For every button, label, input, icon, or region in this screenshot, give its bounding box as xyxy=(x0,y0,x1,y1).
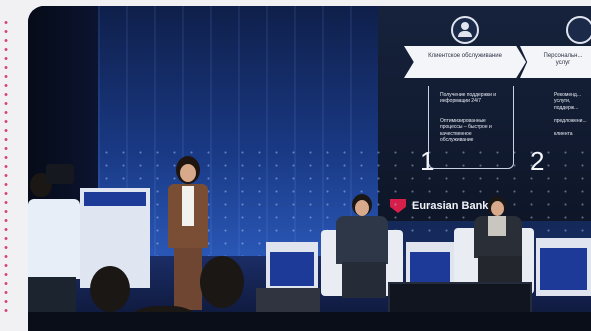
card-customer-service-title: Клиентское обслуживание xyxy=(428,53,502,59)
decorative-dot-border xyxy=(3,18,9,318)
card2-bullet-3: предложени... xyxy=(554,118,587,124)
customer-service-icon xyxy=(451,16,479,44)
camera-operator xyxy=(28,171,84,331)
audience-row xyxy=(28,312,591,331)
personal-services-icon xyxy=(566,16,591,44)
card2-bullet-4: клиента xyxy=(554,131,573,137)
conference-photo: Клиентское обслуживание Персональн... ус… xyxy=(28,6,591,331)
side-table-1 xyxy=(266,242,318,292)
video-camera-icon xyxy=(46,164,74,184)
card-personal-services-title: Персональн... услуг xyxy=(543,53,583,67)
card2-bullet-1: Рекоменд... услуги, xyxy=(554,92,581,105)
panelist-man-scarf xyxy=(468,196,532,296)
side-table-3 xyxy=(536,238,591,296)
card2-bullet-2: поддерж... xyxy=(554,105,579,111)
audience-head-1 xyxy=(90,266,130,312)
card-customer-service xyxy=(404,46,526,78)
audience-head-2 xyxy=(200,256,244,308)
